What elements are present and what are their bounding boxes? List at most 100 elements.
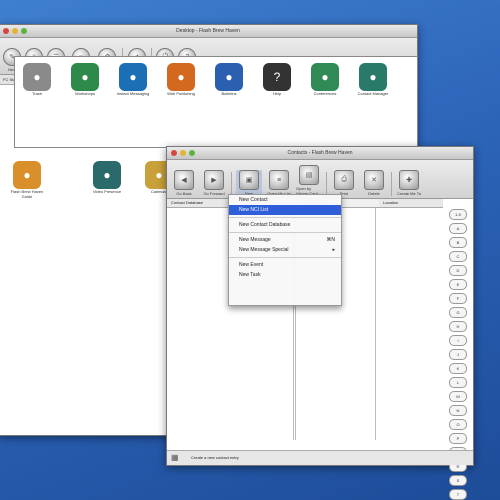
alphabet-tab[interactable]: J (449, 349, 467, 360)
go-forward-button[interactable]: ▶ Go Forward (201, 170, 227, 196)
zoom-icon[interactable] (21, 28, 27, 34)
launcher-item[interactable]: ● Workshops (63, 63, 107, 96)
alphabet-tab[interactable]: G (449, 307, 467, 318)
menu-item-label: New Task (239, 272, 261, 278)
alphabet-tab[interactable]: M (449, 391, 467, 402)
window-controls (3, 28, 27, 34)
alphabet-tab[interactable]: H (449, 321, 467, 332)
toolbar-separator (231, 172, 232, 196)
minimize-icon[interactable] (180, 150, 186, 156)
launcher-label: Calendar (150, 189, 168, 194)
launcher-item[interactable]: ● Contact Manager (351, 63, 395, 96)
conferences-icon: ● (311, 63, 339, 91)
column-header-location[interactable]: Location (379, 199, 443, 208)
alphabet-tab[interactable]: T (449, 489, 467, 500)
print-button[interactable]: ⎙ Print (331, 170, 357, 196)
menu-item-new-event[interactable]: New Event (229, 260, 341, 270)
zoom-icon[interactable] (189, 150, 195, 156)
menu-item-new-nci-list[interactable]: New NCI List (229, 205, 341, 215)
menu-item-label: New Event (239, 262, 264, 268)
alphabet-tab[interactable]: B (449, 237, 467, 248)
launcher-label: Bulletins (221, 91, 237, 96)
web-publishing-icon: ● (167, 63, 195, 91)
menu-item-new-message-special[interactable]: New Message Special ▸ (229, 245, 341, 255)
menu-item-new-contact-database[interactable]: New Contact Database (229, 220, 341, 230)
launcher-item[interactable]: ? Help (255, 63, 299, 96)
launcher-item[interactable]: ● Trash (15, 63, 59, 96)
toolbar-label: Go Back (176, 191, 192, 196)
launcher-label: Conferences (313, 91, 337, 96)
toolbar-label: Delete (368, 191, 380, 196)
menu-item-label: New Message Special (239, 247, 289, 253)
toolbar-label: Create Me To (397, 191, 421, 196)
toolbar-label: Go Forward (203, 191, 225, 196)
create-me-to-button[interactable]: ✚ Create Me To (396, 170, 422, 196)
alphabet-tab[interactable]: C (449, 251, 467, 262)
menu-item-new-task[interactable]: New Task (229, 270, 341, 280)
launcher-label: Video Presence (92, 189, 122, 194)
alphabet-tab[interactable]: D (449, 265, 467, 276)
window-controls (171, 150, 195, 156)
alphabet-tab[interactable]: A (449, 223, 467, 234)
contacts-titlebar[interactable]: Contacts - Flash Brew Haven (167, 147, 473, 160)
launcher-item[interactable]: ● Flash Brew Haven Guide (5, 161, 49, 199)
close-icon[interactable] (171, 150, 177, 156)
list-icon: ≡ (269, 170, 289, 190)
minimize-icon[interactable] (12, 28, 18, 34)
menu-separator (229, 232, 341, 233)
launcher-item[interactable]: ● Bulletins (207, 63, 251, 96)
menu-shortcut: ⌘N (326, 237, 335, 243)
menu-item-label: New Contact Database (239, 222, 291, 228)
launcher-item[interactable]: ● Web Publishing (159, 63, 203, 96)
menu-separator (229, 257, 341, 258)
launcher-item[interactable]: ● Instant Messaging (111, 63, 155, 96)
alphabet-tab[interactable]: S (449, 475, 467, 486)
launcher-item[interactable]: ● Video Presence (85, 161, 129, 194)
alphabet-tab[interactable]: F (449, 293, 467, 304)
close-icon[interactable] (3, 28, 9, 34)
launcher-label: Help (272, 91, 282, 96)
alphabet-tab[interactable]: I (449, 335, 467, 346)
desktop-window-title: Desktop - Flash Brew Haven (176, 28, 240, 34)
launcher-label: Workshops (75, 91, 95, 96)
desktop-titlebar[interactable]: Desktop - Flash Brew Haven (0, 25, 417, 38)
launcher-label: Instant Messaging (116, 91, 150, 96)
video-presence-icon: ● (93, 161, 121, 189)
menu-item-label: New Message (239, 237, 271, 243)
launcher-label: Web Publishing (167, 91, 195, 96)
contacts-window-title: Contacts - Flash Brew Haven (287, 150, 353, 156)
alphabet-tab[interactable]: P (449, 433, 467, 444)
print-icon: ⎙ (334, 170, 354, 190)
menu-separator (229, 217, 341, 218)
go-back-button[interactable]: ◀ Go Back (171, 170, 197, 196)
grid-icon[interactable]: ▦ (171, 453, 179, 462)
delete-button[interactable]: ✕ Delete (361, 170, 387, 196)
status-text: Create a new contact entry (191, 455, 239, 460)
menu-item-label: New NCI List (239, 207, 269, 213)
alphabet-tab[interactable]: L (449, 377, 467, 388)
menu-item-new-contact[interactable]: New Contact (229, 195, 341, 205)
status-bar: ▦ Create a new contact entry (167, 450, 473, 465)
bulletins-icon: ● (215, 63, 243, 91)
menu-item-label: New Contact (239, 197, 268, 203)
open-my-list-button[interactable]: ≡Open My List (266, 170, 292, 196)
alphabet-tab[interactable]: N (449, 405, 467, 416)
create-icon: ✚ (399, 170, 419, 190)
new-doc-icon: ▣ (239, 170, 259, 190)
launcher-item[interactable]: ● Conferences (303, 63, 347, 96)
new-button[interactable]: ▣New (236, 170, 262, 196)
column-divider (375, 208, 376, 440)
alphabet-tab[interactable]: 1-9 (449, 209, 467, 220)
menu-shortcut: ▸ (332, 247, 335, 253)
alphabet-tab[interactable]: O (449, 419, 467, 430)
open-by-vistory-card-button[interactable]: ▤Open by Vistory Card (296, 165, 322, 196)
alphabet-tab[interactable]: E (449, 279, 467, 290)
launcher-panel: ● Trash ● Workshops ● Instant Messaging ● Web P… (14, 56, 418, 148)
delete-icon: ✕ (364, 170, 384, 190)
contact-manager-icon: ● (359, 63, 387, 91)
alphabet-tab[interactable]: K (449, 363, 467, 374)
menu-item-new-message[interactable]: New Message ⌘N (229, 235, 341, 245)
card-icon: ▤ (299, 165, 319, 185)
new-dropdown-menu: New Contact New NCI List New Contact Datab… (228, 194, 342, 306)
toolbar-separator (391, 172, 392, 196)
